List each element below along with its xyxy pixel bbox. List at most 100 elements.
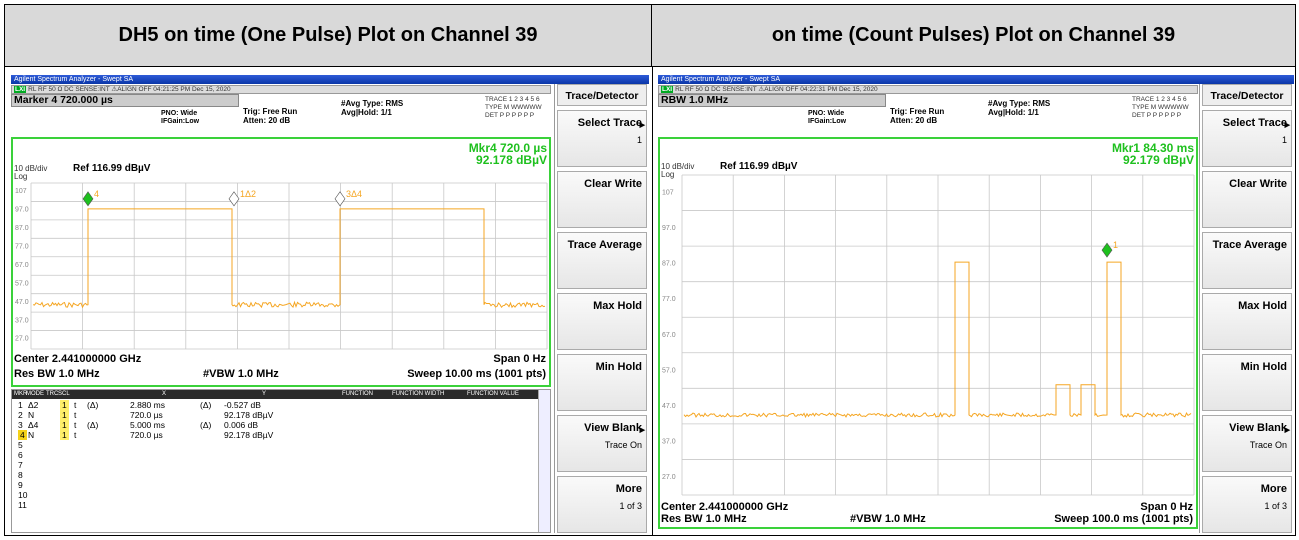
y-axis-label: 67.0 xyxy=(15,262,29,269)
submenu-arrow-icon: ▶ xyxy=(1284,122,1290,129)
marker-table-cell: 8 xyxy=(18,470,23,480)
marker-table-cell: t xyxy=(74,420,77,430)
span: Span 0 Hz xyxy=(1140,501,1193,513)
ifgain-setting: IFGain:Low xyxy=(808,118,847,125)
softkey-label: More xyxy=(1260,483,1287,495)
marker-table-cell: 4 xyxy=(18,430,27,440)
view-blank-softkey[interactable]: View Blank Trace On ▶ xyxy=(1202,415,1292,472)
right-analyzer-screenshot: Agilent Spectrum Analyzer - Swept SA LXI… xyxy=(658,75,1294,533)
marker-table-row[interactable]: 8 xyxy=(12,470,538,480)
softkey-label: More xyxy=(615,483,642,495)
marker-table-cell: (Δ) xyxy=(87,420,99,430)
softkey-label: Max Hold xyxy=(593,300,642,312)
panel-divider xyxy=(652,67,653,535)
marker-table-row[interactable]: 11 xyxy=(12,500,538,510)
submenu-arrow-icon: ▶ xyxy=(639,122,645,129)
active-function-box[interactable]: Marker 4 720.000 µs xyxy=(11,94,239,107)
atten-setting: Atten: 20 dB xyxy=(890,116,938,125)
window-titlebar: Agilent Spectrum Analyzer - Swept SA xyxy=(11,75,649,84)
marker-table: MKR MODE TRC SCL X Y FUNCTION FUNCTION WIDTH FUN… xyxy=(11,389,551,533)
marker-table-cell: 720.0 µs xyxy=(130,430,163,440)
marker-table-row[interactable]: 7 xyxy=(12,460,538,470)
active-function-box[interactable]: RBW 1.0 MHz xyxy=(658,94,886,107)
marker-table-column-header: Y xyxy=(262,391,267,397)
more-softkey[interactable]: More 1 of 3 xyxy=(557,476,647,533)
trace-display[interactable]: Mkr4 720.0 µs 92.178 dBµV 10 dB/div Log … xyxy=(11,137,551,387)
marker-table-column-header: FUNCTION WIDTH xyxy=(392,391,445,397)
ifgain-setting: IFGain:Low xyxy=(161,118,200,125)
marker-table-row[interactable]: 6 xyxy=(12,450,538,460)
submenu-arrow-icon: ▶ xyxy=(1284,427,1290,434)
atten-setting: Atten: 20 dB xyxy=(243,116,291,125)
marker-table-cell: 720.0 µs xyxy=(130,410,163,420)
marker-table-cell: 5 xyxy=(18,440,23,450)
clear-write-softkey[interactable]: Clear Write xyxy=(557,171,647,228)
marker-table-row[interactable]: 5 xyxy=(12,440,538,450)
marker-table-row[interactable]: 10 xyxy=(12,490,538,500)
span: Span 0 Hz xyxy=(493,353,546,365)
trace-line xyxy=(683,261,1192,419)
max-hold-softkey[interactable]: Max Hold xyxy=(1202,293,1292,350)
marker-table-row[interactable]: 1 Δ2 1 t (Δ) 2.880 ms (Δ) -0.527 dB xyxy=(12,400,538,410)
res-bw: Res BW 1.0 MHz xyxy=(14,368,100,380)
type-indicator: TYPE M WWWWW xyxy=(485,104,542,111)
page-frame: DH5 on time (One Pulse) Plot on Channel … xyxy=(4,4,1296,536)
marker-table-column-header: FUNCTION VALUE xyxy=(467,391,519,397)
status-strip: LXI RL RF 50 Ω DC SENSE:INT ⚠ALIGN OFF 04… xyxy=(11,85,551,94)
softkey-value: Trace On xyxy=(604,440,642,450)
softkey-label: Select Trace xyxy=(1222,117,1287,129)
softkey-label: Max Hold xyxy=(1238,300,1287,312)
marker-label: 4 xyxy=(94,189,99,199)
marker-table-cell: 1 xyxy=(60,400,69,410)
trace-display[interactable]: Mkr1 84.30 ms 92.179 dBµV 10 dB/div Log … xyxy=(658,137,1198,529)
center-frequency: Center 2.441000000 GHz xyxy=(661,501,789,513)
det-indicator: DET P P P P P P xyxy=(485,112,535,119)
y-axis-label: 107 xyxy=(662,190,674,197)
marker-table-row[interactable]: 9 xyxy=(12,480,538,490)
y-axis-label: 67.0 xyxy=(662,332,676,339)
trace-average-softkey[interactable]: Trace Average xyxy=(557,232,647,289)
left-panel-heading: DH5 on time (One Pulse) Plot on Channel … xyxy=(5,5,652,67)
max-hold-softkey[interactable]: Max Hold xyxy=(557,293,647,350)
y-axis-label: 97.0 xyxy=(15,207,29,214)
marker-label: 3Δ4 xyxy=(346,189,362,199)
min-hold-softkey[interactable]: Min Hold xyxy=(1202,354,1292,411)
trig-setting: Trig: Free Run xyxy=(243,107,298,116)
marker-label: 1 xyxy=(1113,240,1118,250)
clear-write-softkey[interactable]: Clear Write xyxy=(1202,171,1292,228)
submenu-arrow-icon: ▶ xyxy=(639,427,645,434)
softkey-label: Min Hold xyxy=(595,361,642,373)
marker-table-cell: -0.527 dB xyxy=(224,400,261,410)
marker-table-cell: 2.880 ms xyxy=(130,400,165,410)
marker-table-scrollbar[interactable] xyxy=(538,390,550,532)
status-strip: LXI RL RF 50 Ω DC SENSE:INT ⚠ALIGN OFF 04… xyxy=(658,85,1198,94)
marker-table-cell: Δ4 xyxy=(28,420,39,430)
marker-table-row[interactable]: 4 N 1 t 720.0 µs 92.178 dBµV xyxy=(12,430,538,440)
softkey-value: 1 of 3 xyxy=(1264,501,1287,511)
avg-type: #Avg Type: RMS xyxy=(341,99,404,108)
more-softkey[interactable]: More 1 of 3 xyxy=(1202,476,1292,533)
y-axis-label: 87.0 xyxy=(15,225,29,232)
softkey-label: Clear Write xyxy=(584,178,642,190)
min-hold-softkey[interactable]: Min Hold xyxy=(557,354,647,411)
view-blank-softkey[interactable]: View Blank Trace On ▶ xyxy=(557,415,647,472)
softkey-menu: Trace/Detector Select Trace 1 ▶ Clear Write T… xyxy=(1199,84,1294,533)
marker-diamond-icon xyxy=(1101,242,1113,258)
marker-table-cell: 5.000 ms xyxy=(130,420,165,430)
y-axis-label: 37.0 xyxy=(662,438,676,445)
marker-table-cell: 11 xyxy=(18,500,27,510)
select-trace-softkey[interactable]: Select Trace 1 ▶ xyxy=(1202,110,1292,167)
y-axis-label: 57.0 xyxy=(15,280,29,287)
marker-table-column-header: FUNCTION xyxy=(342,391,373,397)
trace-average-softkey[interactable]: Trace Average xyxy=(1202,232,1292,289)
marker-table-cell: 1 xyxy=(18,400,23,410)
marker-table-row[interactable]: 3 Δ4 1 t (Δ) 5.000 ms (Δ) 0.006 dB xyxy=(12,420,538,430)
marker-table-cell: (Δ) xyxy=(200,400,212,410)
marker-table-cell: (Δ) xyxy=(200,420,212,430)
marker-table-row[interactable]: 2 N 1 t 720.0 µs 92.178 dBµV xyxy=(12,410,538,420)
select-trace-softkey[interactable]: Select Trace 1 ▶ xyxy=(557,110,647,167)
y-axis-label: 27.0 xyxy=(662,474,676,481)
marker-table-cell: 10 xyxy=(18,490,28,500)
softkey-label: Clear Write xyxy=(1229,178,1287,190)
marker-diamond-icon xyxy=(334,191,346,207)
